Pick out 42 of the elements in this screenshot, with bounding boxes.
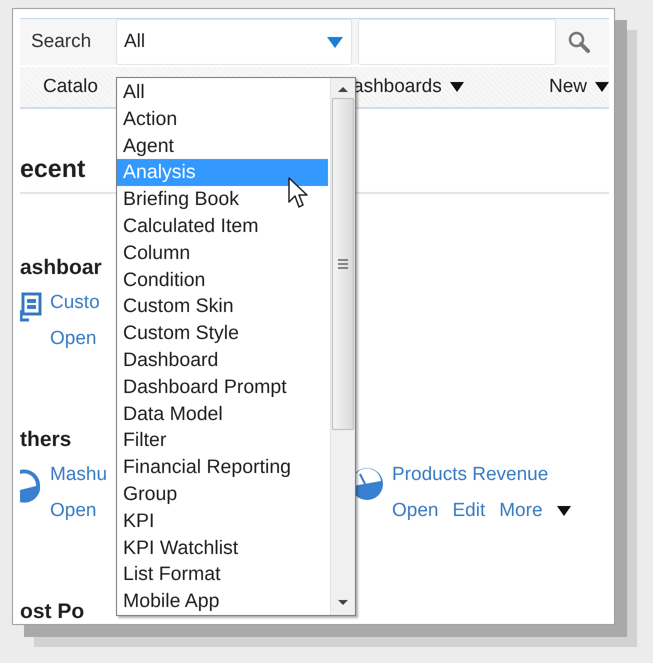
dropdown-option[interactable]: Dashboard Prompt xyxy=(117,374,328,401)
dropdown-option[interactable]: Condition xyxy=(117,266,328,294)
scroll-up-icon[interactable] xyxy=(338,86,348,94)
dropdown-option[interactable]: Column xyxy=(117,240,328,267)
mouse-pointer-icon xyxy=(288,177,310,209)
scope-select[interactable]: All xyxy=(116,19,352,66)
search-label: Search xyxy=(31,31,92,54)
dropdown-option[interactable]: Dashboard xyxy=(117,346,328,374)
dropdown-option[interactable]: Custom Skin xyxy=(117,293,328,320)
section-heading: ashboar xyxy=(20,256,102,280)
action-link[interactable]: Open xyxy=(50,328,96,350)
dropdown-arrow-icon xyxy=(327,36,343,48)
dropdown-option[interactable]: Data Model xyxy=(117,400,328,428)
nav-menu[interactable]: New xyxy=(549,76,588,98)
dropdown-option[interactable]: Filter xyxy=(117,427,328,454)
scrollbar[interactable] xyxy=(330,78,355,615)
grip-icon xyxy=(338,259,348,269)
section-heading: thers xyxy=(20,428,72,452)
action-link[interactable]: Open xyxy=(392,500,438,522)
section-heading: ost Po xyxy=(20,600,84,624)
dropdown-option[interactable]: KPI Watchlist xyxy=(117,534,328,562)
dropdown-option[interactable]: Group xyxy=(117,480,328,508)
item-title-link[interactable]: Products Revenue xyxy=(392,464,571,486)
nav-menu[interactable]: Catalo xyxy=(43,76,98,98)
dropdown-option[interactable]: All xyxy=(117,79,328,106)
dropdown-option[interactable]: Calculated Item xyxy=(117,212,328,240)
scroll-thumb[interactable] xyxy=(332,98,354,430)
dropdown-option[interactable]: Custom Style xyxy=(117,320,328,347)
dropdown-option[interactable]: KPI xyxy=(117,508,328,535)
dropdown-option[interactable]: Financial Reporting xyxy=(117,454,328,481)
search-field[interactable] xyxy=(358,19,556,66)
dropdown-option[interactable]: Mobile App xyxy=(117,588,328,615)
dropdown-option[interactable]: List Format xyxy=(117,561,328,588)
action-link[interactable]: Edit xyxy=(452,500,486,522)
action-link[interactable]: More xyxy=(499,500,543,522)
nav-menu[interactable]: ashboards xyxy=(353,76,442,98)
action-link[interactable]: Open xyxy=(50,500,96,522)
item-title-link[interactable]: Mashu xyxy=(50,464,108,486)
search-icon[interactable] xyxy=(568,31,590,54)
item-title-link[interactable]: Custo xyxy=(50,292,100,314)
scroll-down-icon[interactable] xyxy=(338,599,348,607)
dropdown-option[interactable]: Agent xyxy=(117,132,328,160)
